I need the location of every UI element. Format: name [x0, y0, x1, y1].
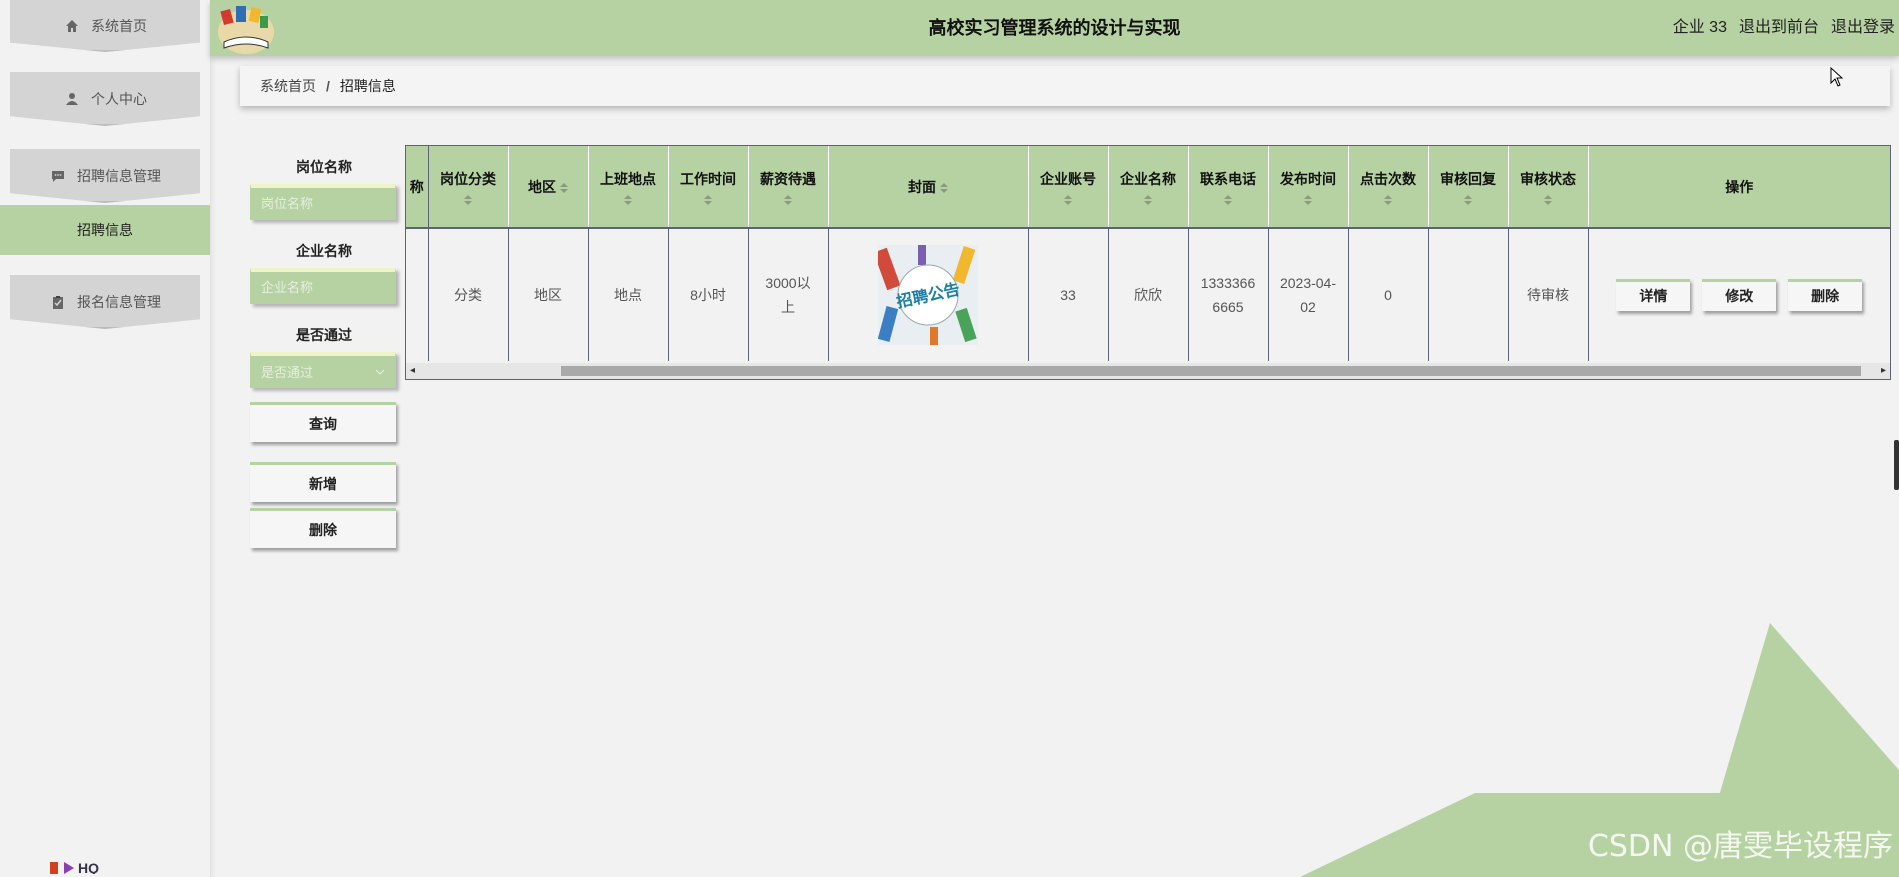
sidebar-item-home[interactable]: 系统首页	[10, 0, 200, 52]
cell-review-status: 待审核	[1508, 228, 1589, 361]
cell-actions: 详情 修改 删除	[1588, 228, 1890, 361]
column-header-company-name[interactable]: 企业名称	[1108, 146, 1189, 229]
clipboard-icon	[49, 293, 67, 311]
sidebar-footer-logos: HQ	[50, 860, 110, 874]
add-button[interactable]: 新增	[250, 462, 396, 502]
sort-icon	[1384, 194, 1392, 205]
cell-salary: 3000以上	[748, 228, 829, 361]
breadcrumb: 系统首页 / 招聘信息	[240, 66, 1890, 106]
page-title: 高校实习管理系统的设计与实现	[928, 18, 1181, 38]
breadcrumb-home[interactable]: 系统首页	[260, 76, 316, 96]
column-header-publish-time[interactable]: 发布时间	[1268, 146, 1349, 229]
breadcrumb-separator: /	[326, 78, 330, 94]
sort-icon	[624, 194, 632, 205]
sort-icon	[560, 182, 568, 193]
column-header-salary[interactable]: 薪资待遇	[748, 146, 829, 229]
header-user-area: 企业 33 退出到前台 退出登录	[1673, 0, 1895, 56]
cover-image[interactable]: 招聘公告	[878, 245, 978, 345]
pass-status-select[interactable]: 是否通过	[250, 352, 396, 388]
sort-icon	[940, 182, 948, 193]
cell-publish-time: 2023-04-02	[1268, 228, 1349, 361]
sort-icon	[1064, 194, 1072, 205]
top-header: 高校实习管理系统的设计与实现 企业 33 退出到前台 退出登录	[210, 0, 1899, 56]
cell-review-reply	[1428, 228, 1509, 361]
sort-icon	[464, 194, 472, 205]
cell-cover: 招聘公告	[828, 228, 1029, 361]
cell-company-account: 33	[1028, 228, 1109, 361]
job-name-label: 岗位名称	[296, 159, 352, 175]
search-panel: 岗位名称 企业名称 是否通过 是否通过 查询 新增 删除	[250, 150, 398, 548]
sidebar-item-label: 招聘信息管理	[77, 168, 161, 184]
company-name-input[interactable]	[250, 268, 396, 304]
detail-button[interactable]: 详情	[1616, 279, 1691, 311]
recruitment-table: 称 岗位分类 地区 上班地点 工作时间 薪资待遇 封面 企业账号 企业名称 联系…	[405, 145, 1891, 380]
sidebar-subitem-label: 招聘信息	[77, 222, 133, 238]
sort-icon	[1144, 194, 1152, 205]
cell-name	[406, 228, 429, 361]
column-header-region[interactable]: 地区	[508, 146, 589, 229]
sidebar-item-label: 报名信息管理	[77, 294, 161, 310]
company-name-label: 企业名称	[296, 243, 352, 259]
sort-icon	[704, 194, 712, 205]
current-user: 企业 33	[1672, 19, 1727, 36]
cell-work-location: 地点	[588, 228, 669, 361]
svg-text:HQ: HQ	[78, 860, 99, 874]
column-header-company-account[interactable]: 企业账号	[1028, 146, 1109, 229]
delete-button[interactable]: 删除	[250, 508, 396, 548]
cell-category: 分类	[428, 228, 509, 361]
cell-company-name: 欣欣	[1108, 228, 1189, 361]
mouse-cursor-icon	[1830, 67, 1844, 87]
chat-icon	[49, 167, 67, 185]
column-header-work-location[interactable]: 上班地点	[588, 146, 669, 229]
user-icon	[63, 90, 81, 108]
home-icon	[63, 17, 81, 35]
sidebar: 系统首页 个人中心 招聘信息管理 招聘信息 报名信息管理 HQ	[0, 0, 211, 877]
sort-icon	[1464, 194, 1472, 205]
query-button[interactable]: 查询	[250, 402, 396, 442]
column-header-work-hours[interactable]: 工作时间	[668, 146, 749, 229]
horizontal-scrollbar[interactable]: ◂ ▸	[406, 363, 1890, 379]
breadcrumb-current: 招聘信息	[339, 78, 396, 94]
sidebar-item-registration-management[interactable]: 报名信息管理	[10, 275, 200, 329]
column-header-clicks[interactable]: 点击次数	[1348, 146, 1429, 229]
column-header-name[interactable]: 称	[406, 146, 429, 229]
table-row: 分类 地区 地点 8小时 3000以上 招聘公告 33 欣欣 133336666…	[406, 228, 1890, 361]
cell-phone: 13333666665	[1188, 228, 1269, 361]
sidebar-item-personal-center[interactable]: 个人中心	[10, 72, 200, 126]
scroll-right-icon[interactable]: ▸	[1881, 365, 1886, 376]
pass-status-label: 是否通过	[296, 327, 352, 343]
row-delete-button[interactable]: 删除	[1788, 279, 1863, 311]
exit-to-front-link[interactable]: 退出到前台	[1739, 0, 1819, 56]
column-header-category[interactable]: 岗位分类	[428, 146, 509, 229]
edit-button[interactable]: 修改	[1702, 279, 1777, 311]
logout-link[interactable]: 退出登录	[1831, 0, 1895, 56]
column-header-review-status[interactable]: 审核状态	[1508, 146, 1589, 229]
pass-status-placeholder: 是否通过	[261, 365, 314, 380]
sort-icon	[1304, 194, 1312, 205]
table-header-row: 称 岗位分类 地区 上班地点 工作时间 薪资待遇 封面 企业账号 企业名称 联系…	[406, 146, 1890, 229]
sidebar-item-label: 系统首页	[91, 18, 147, 34]
sort-icon	[784, 194, 792, 205]
sidebar-item-label: 个人中心	[91, 91, 147, 107]
sort-icon	[1224, 194, 1232, 205]
column-header-actions: 操作	[1588, 146, 1890, 229]
column-header-phone[interactable]: 联系电话	[1188, 146, 1269, 229]
cell-work-hours: 8小时	[668, 228, 749, 361]
sidebar-subitem-recruitment-info[interactable]: 招聘信息	[0, 205, 210, 255]
watermark: CSDN @唐雯毕设程序	[1587, 829, 1893, 864]
sort-icon	[1544, 194, 1552, 205]
sidebar-item-recruitment-management[interactable]: 招聘信息管理	[10, 149, 200, 203]
side-drawer-handle[interactable]	[1894, 440, 1899, 490]
cell-clicks: 0	[1348, 228, 1429, 361]
scroll-left-icon[interactable]: ◂	[410, 365, 415, 376]
cell-region: 地区	[508, 228, 589, 361]
column-header-review-reply[interactable]: 审核回复	[1428, 146, 1509, 229]
scrollbar-thumb[interactable]	[561, 366, 1861, 376]
column-header-cover[interactable]: 封面	[828, 146, 1029, 229]
chevron-down-icon	[375, 369, 385, 375]
job-name-input[interactable]	[250, 184, 396, 220]
